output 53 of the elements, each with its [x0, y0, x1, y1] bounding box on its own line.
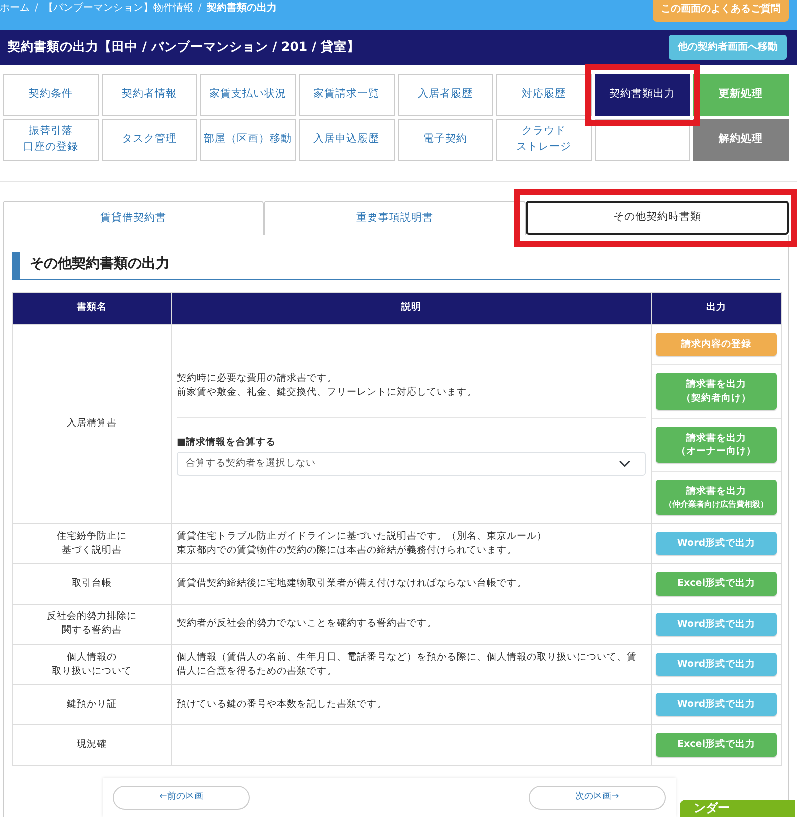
menu-tile[interactable]: 解約処理	[693, 119, 789, 161]
output-button[interactable]: 請求書を出力 （仲介業者向け広告費相殺）	[656, 480, 777, 515]
description-text: 賃貸住宅トラブル防止ガイドラインに基づいた説明書です。（別名、東京ルール）	[177, 530, 548, 544]
document-name: 個人情報の 取り扱いについて	[51, 650, 133, 678]
description-text: 契約時に必要な費用の請求書です。	[177, 372, 338, 386]
menu-tile[interactable]: タスク管理	[102, 119, 198, 161]
previous-section-button[interactable]: ←前の区画	[113, 786, 250, 810]
breadcrumb-link[interactable]: ホーム	[0, 1, 30, 16]
breadcrumb-current: 契約書類の出力	[206, 2, 277, 16]
description-text: 個人情報（賃借人の名前、生年月日、電話番号など）を預かる際に、個人情報の取り扱いについて、賃借人に合意を得るための書類です。	[177, 650, 638, 678]
output-button[interactable]: Excel形式で出力	[656, 733, 777, 757]
description-text: 前家賃や敷金、礼金、鍵交換代、フリーレントに対応しています。	[177, 386, 478, 400]
document-name: 鍵預かり証	[66, 698, 118, 712]
document-name: 反社会的勢力排除に 関する誓約書	[46, 610, 138, 638]
page-title: 契約書類の出力【田中 / バンブーマンション / 201 / 貸室】	[8, 38, 360, 56]
document-name: 現況確	[76, 738, 108, 752]
document-name: 取引台帳	[71, 577, 113, 591]
breadcrumb-link[interactable]: 【バンブーマンション】物件情報	[43, 1, 194, 16]
output-button[interactable]: 請求書を出力 （オーナー向け）	[656, 426, 777, 464]
menu-tile[interactable]: 振替引落 口座の登録	[3, 119, 99, 161]
menu-tile[interactable]: クラウド ストレージ	[496, 119, 592, 161]
column-header: 出力	[652, 292, 782, 324]
section-title: その他契約書類の出力	[12, 252, 780, 280]
description-text: 東京都内での賃貸物件の契約の際には本書の締結が義務付けられています。	[177, 544, 518, 558]
description-text: 賃貸借契約締結後に宅地建物取引業者が備え付けなければならない台帳です。	[177, 577, 528, 591]
menu-tile[interactable]: 家賃支払い状況	[200, 74, 296, 116]
menu-tile[interactable]: 契約書類出力	[594, 74, 690, 116]
output-button[interactable]: Excel形式で出力	[656, 572, 777, 596]
breadcrumb-separator: /	[35, 2, 38, 16]
description-text: 契約者が反社会的勢力でないことを確約する誓約書です。	[177, 617, 438, 632]
combine-select[interactable]: 合算する契約者を選択しない	[177, 452, 646, 476]
breadcrumb-separator: /	[198, 2, 202, 16]
column-header: 説明	[172, 292, 652, 324]
menu-tile[interactable]: 電子契約	[398, 119, 494, 161]
document-name: 入居精算書	[66, 417, 118, 431]
menu-tile[interactable]: 更新処理	[693, 74, 789, 116]
document-tab[interactable]: その他契約時書類	[526, 201, 789, 235]
description-text: 預けている鍵の番号や本数を記した書類です。	[177, 698, 388, 712]
calendar-tab[interactable]: ンダー	[680, 800, 795, 817]
menu-tile[interactable]: 契約者情報	[102, 74, 198, 116]
menu-tile[interactable]: 入居申込履歴	[298, 119, 394, 161]
combine-label: ■請求情報を合算する	[177, 436, 277, 450]
menu-tile[interactable]: 入居者履歴	[398, 74, 494, 116]
menu-tile[interactable]: 家賃請求一覧	[298, 74, 394, 116]
column-header: 書類名	[12, 292, 172, 324]
document-tab[interactable]: 賃貸借契約書	[3, 201, 264, 235]
document-tab[interactable]: 重要事項説明書	[264, 201, 526, 235]
menu-tile[interactable]: 部屋（区画）移動	[200, 119, 296, 161]
document-name: 住宅紛争防止に 基づく説明書	[56, 530, 128, 558]
menu-tile[interactable]: 契約条件	[3, 74, 99, 116]
next-section-button[interactable]: 次の区画→	[529, 786, 666, 810]
output-button[interactable]: 請求書を出力 （契約者向け）	[656, 373, 777, 410]
menu-tile[interactable]: 対応履歴	[496, 74, 592, 116]
